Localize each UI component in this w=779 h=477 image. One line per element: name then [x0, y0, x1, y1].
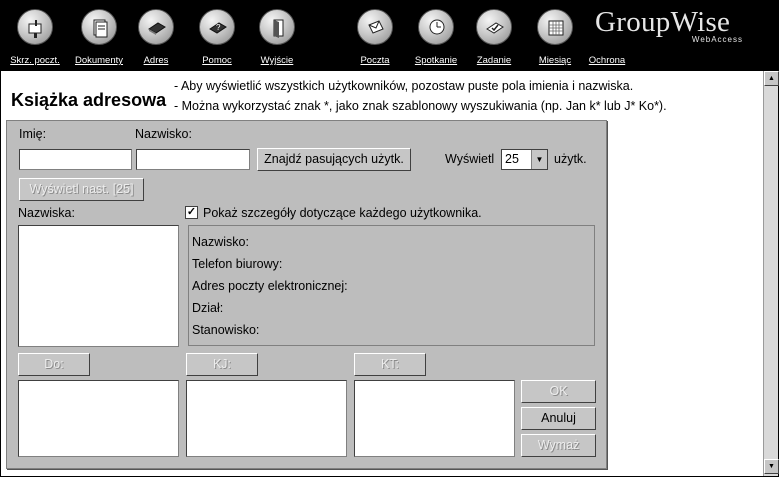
toolbar-label: Pomoc [202, 55, 232, 66]
groupwise-logo: GroupWise WebAccess [595, 7, 755, 51]
toolbar-label: Ochrona [588, 55, 626, 66]
toolbar-task-button[interactable]: Zadanie [463, 5, 525, 69]
user-details-panel: Nazwisko: Telefon biurowy: Adres poczty … [188, 225, 595, 346]
svg-text:?: ? [216, 23, 221, 32]
calendar-icon [537, 9, 573, 45]
show-next-button[interactable]: Wyświetl nast. [25] [19, 178, 144, 201]
show-count-select[interactable]: 25 ▼ [501, 149, 548, 170]
to-button[interactable]: Do: [18, 353, 90, 376]
toolbar-label: Wyjście [260, 55, 294, 66]
toolbar-label: Poczta [360, 55, 390, 66]
cancel-button[interactable]: Anuluj [521, 407, 596, 430]
to-list[interactable] [18, 380, 179, 457]
hint-text: - Można wykorzystać znak *, jako znak sz… [174, 99, 667, 113]
bc-button[interactable]: KT: [354, 353, 426, 376]
detail-title-label: Stanowisko: [192, 323, 260, 337]
toolbar-help-button[interactable]: ? Pomoc [186, 5, 248, 69]
cc-button[interactable]: KJ: [186, 353, 258, 376]
last-name-input[interactable] [136, 149, 250, 170]
toolbar-label: Dokumenty [74, 55, 124, 66]
hint-text: - Aby wyświetlić wszystkich użytkowników… [174, 79, 634, 93]
first-name-label: Imię: [19, 127, 47, 141]
vertical-scrollbar[interactable]: ▲ ▼ [763, 71, 779, 476]
scroll-down-icon[interactable]: ▼ [764, 459, 779, 474]
help-icon: ? [199, 9, 235, 45]
details-checkbox[interactable]: ✓ [185, 206, 198, 219]
first-name-input[interactable] [19, 149, 132, 170]
toolbar-exit-button[interactable]: Wyjście [246, 5, 308, 69]
logo-text: GroupWise [595, 6, 731, 38]
names-label: Nazwiska: [18, 206, 75, 220]
toolbar-label: Spotkanie [414, 55, 458, 66]
last-name-label: Nazwisko: [135, 127, 192, 141]
toolbar-label: Zadanie [476, 55, 512, 66]
documents-icon [81, 9, 117, 45]
chevron-down-icon[interactable]: ▼ [531, 150, 547, 169]
show-suffix: użytk. [554, 152, 587, 166]
appointment-icon [418, 9, 454, 45]
show-label: Wyświetl [445, 152, 495, 166]
exit-icon [259, 9, 295, 45]
task-icon [476, 9, 512, 45]
address-book-icon [138, 9, 174, 45]
clear-button[interactable]: Wymaż [521, 434, 596, 457]
details-checkbox-label: Pokaż szczegóły dotyczące każdego użytko… [203, 206, 482, 220]
page-title: Książka adresowa [11, 90, 167, 110]
toolbar-label: Skrz. poczt. [10, 55, 60, 66]
toolbar-mail-button[interactable]: Poczta [344, 5, 406, 69]
bc-list[interactable] [354, 380, 515, 457]
toolbar-documents-button[interactable]: Dokumenty [68, 5, 130, 69]
toolbar-address-button[interactable]: Adres [125, 5, 187, 69]
scroll-up-icon[interactable]: ▲ [764, 71, 779, 86]
detail-name-label: Nazwisko: [192, 235, 249, 249]
show-count-value: 25 [505, 152, 519, 166]
toolbar-label: Adres [143, 55, 169, 66]
find-users-button[interactable]: Znajdź pasujących użytk. [257, 148, 411, 171]
detail-phone-label: Telefon biurowy: [192, 257, 283, 271]
names-list[interactable] [18, 225, 179, 347]
mailbox-icon [17, 9, 53, 45]
toolbar: Skrz. poczt. Dokumenty Adres ? Pomoc Wyj… [1, 1, 778, 71]
ok-button[interactable]: OK [521, 380, 596, 403]
detail-department-label: Dział: [192, 301, 224, 315]
cc-list[interactable] [186, 380, 347, 457]
window: Skrz. poczt. Dokumenty Adres ? Pomoc Wyj… [0, 0, 779, 477]
toolbar-appointment-button[interactable]: Spotkanie [405, 5, 467, 69]
detail-email-label: Adres poczty elektronicznej: [192, 279, 348, 293]
mail-icon [357, 9, 393, 45]
address-book-panel: Imię: Nazwisko: Znajdź pasujących użytk.… [6, 120, 607, 469]
toolbar-mailbox-button[interactable]: Skrz. poczt. [4, 5, 66, 69]
